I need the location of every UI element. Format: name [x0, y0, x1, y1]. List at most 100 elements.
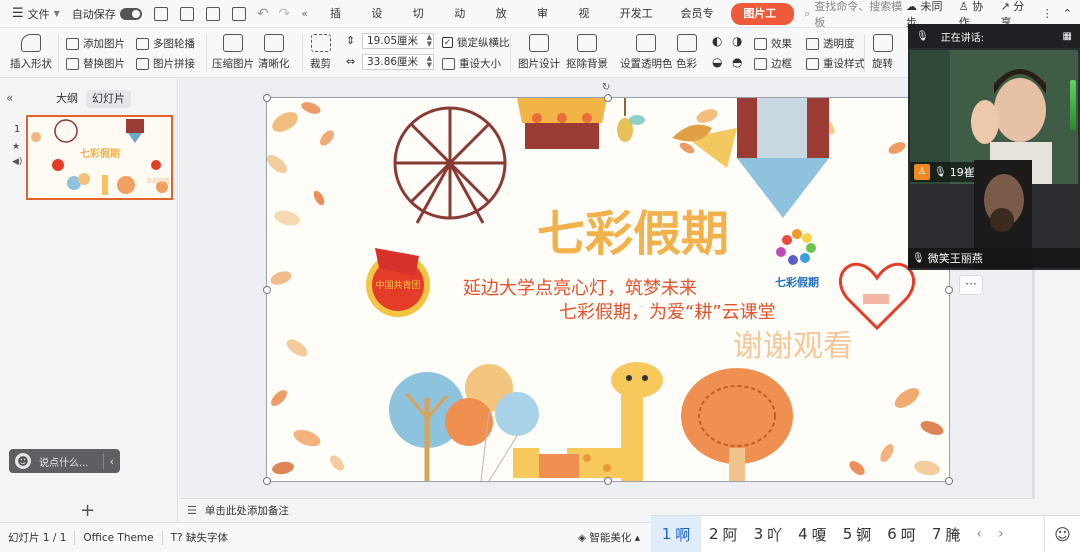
compress-image-button[interactable]: 压缩图片: [212, 34, 254, 71]
replace-image-button[interactable]: 替换图片: [66, 56, 125, 71]
checkbox-checked-icon: ✓: [442, 37, 453, 48]
set-transparent-color-button[interactable]: 设置透明色: [620, 34, 673, 71]
height-input[interactable]: 19.05厘米 ▲ ▼: [362, 33, 434, 49]
more-actions-button[interactable]: ···: [959, 275, 983, 295]
print-icon[interactable]: [205, 6, 220, 21]
brightness-down-icon[interactable]: ◒: [712, 55, 722, 69]
resize-handle[interactable]: [263, 286, 271, 294]
autosave-toggle[interactable]: 自动保存: [68, 3, 146, 25]
ime-next-icon[interactable]: ›: [990, 526, 1012, 542]
resize-handle[interactable]: [945, 477, 953, 485]
resize-handle[interactable]: [604, 477, 612, 485]
rotate-handle-icon[interactable]: ↻: [602, 82, 610, 93]
tab-design[interactable]: 设计: [361, 3, 400, 42]
slides-panel: « 大纲 幻灯片 1 ★ ◀) 七彩假期 谢谢观看 ☻ 说点什么... ‹ +: [0, 78, 178, 522]
slide-thumbnail-preview: 七彩假期 谢谢观看: [28, 117, 171, 198]
tab-outline[interactable]: 大纲: [50, 90, 84, 108]
lock-aspect-ratio-checkbox[interactable]: ✓ 锁定纵横比: [442, 35, 510, 50]
file-menu[interactable]: ☰ 文件 ▼: [8, 3, 64, 25]
contrast-down-icon[interactable]: ◓: [732, 55, 742, 69]
resize-handle[interactable]: [945, 286, 953, 294]
slide-thanks-text: 谢谢观看: [733, 329, 853, 364]
resize-handle[interactable]: [263, 94, 271, 102]
slide-image[interactable]: 中国共青团 七彩假期 七彩假期 延边大学点亮心灯，筑梦未来 七彩假期，为爱“耕”…: [267, 98, 949, 481]
crop-icon: [310, 34, 331, 52]
ime-candidate[interactable]: 1啊: [651, 515, 701, 552]
tab-image-tools[interactable]: 图片工具: [731, 2, 795, 42]
tab-view[interactable]: 视图: [568, 3, 607, 42]
undo-icon[interactable]: ↶: [257, 6, 269, 22]
reset-size-icon: [442, 57, 455, 70]
missing-font-button[interactable]: T? 缺失字体: [163, 530, 236, 545]
ime-candidate[interactable]: 7腌: [924, 516, 969, 552]
share-icon: ↗: [1000, 0, 1010, 13]
slide-thumbnail[interactable]: 七彩假期 谢谢观看: [26, 115, 173, 200]
slide-artwork: 中国共青团 七彩假期 七彩假期 延边大学点亮心灯，筑梦未来 七彩假期，为爱“耕”…: [267, 98, 949, 481]
tab-review[interactable]: 审阅: [527, 3, 566, 42]
insert-shape-button[interactable]: 插入形状: [10, 34, 52, 71]
tab-slides[interactable]: 幻灯片: [86, 90, 131, 108]
reset-size-button[interactable]: 重设大小: [442, 56, 501, 71]
border-button[interactable]: 边框: [754, 56, 792, 71]
chat-input[interactable]: ☻ 说点什么... ‹: [9, 449, 120, 473]
effects-icon: [754, 37, 767, 50]
divider: [58, 34, 59, 72]
remove-background-button[interactable]: 抠除背景: [566, 34, 608, 71]
color-button[interactable]: 色彩: [676, 34, 697, 71]
tab-insert[interactable]: 插入: [320, 3, 359, 42]
image-design-icon: [529, 34, 549, 52]
command-search[interactable]: ⌕ 查找命令、搜索模板: [804, 0, 906, 30]
save-icon[interactable]: [153, 6, 168, 21]
remove-bg-icon: [577, 34, 597, 52]
image-mosaic-button[interactable]: 图片拼接: [136, 56, 195, 71]
carousel-illustration: [517, 98, 607, 149]
rotate-button[interactable]: 旋转: [872, 34, 893, 71]
sharpen-button[interactable]: 清晰化: [258, 34, 290, 71]
ime-candidate[interactable]: 2阿: [701, 516, 746, 552]
transparency-button[interactable]: 透明度: [806, 36, 855, 51]
spinner-icon[interactable]: ▲ ▼: [427, 34, 432, 48]
slide-number: 1: [14, 124, 21, 135]
more-chevron-icon[interactable]: «: [301, 7, 308, 20]
collapse-chat-icon[interactable]: ‹: [104, 455, 120, 468]
crop-button[interactable]: 裁剪: [310, 34, 331, 71]
tab-slideshow[interactable]: 放映: [486, 3, 525, 42]
smart-beautify-button[interactable]: ◈ 智能美化 ▴: [570, 530, 648, 545]
collapse-panel-icon[interactable]: «: [6, 91, 13, 105]
volume-meter: [1070, 80, 1076, 130]
ime-candidate[interactable]: 6呵: [879, 516, 924, 552]
star-icon: ★: [12, 142, 21, 152]
ime-prev-icon[interactable]: ‹: [968, 526, 990, 542]
add-slide-icon[interactable]: +: [80, 500, 95, 521]
reset-style-button[interactable]: 重设样式: [806, 56, 865, 71]
thumbnail-thanks: 谢谢观看: [146, 177, 170, 185]
resize-handle[interactable]: [263, 477, 271, 485]
tab-animation[interactable]: 动画: [444, 3, 483, 42]
resize-handle[interactable]: [604, 94, 612, 102]
emoji-icon[interactable]: ☻: [15, 453, 31, 469]
more-options-icon[interactable]: ⋮: [1042, 7, 1053, 20]
print-preview-icon[interactable]: [231, 6, 246, 21]
ime-candidate[interactable]: 4嗄: [790, 516, 835, 552]
grid-icon[interactable]: ▦: [1063, 31, 1072, 42]
effects-button[interactable]: 效果: [754, 36, 792, 51]
width-input[interactable]: 33.86厘米 ▲ ▼: [362, 54, 434, 70]
tab-transition[interactable]: 切换: [403, 3, 442, 42]
export-pdf-icon[interactable]: [179, 6, 194, 21]
emoji-icon[interactable]: ☺: [1044, 515, 1080, 552]
brightness-up-icon[interactable]: ◐: [712, 34, 722, 48]
add-image-button[interactable]: 添加图片: [66, 36, 125, 51]
collapse-ribbon-icon[interactable]: ⌃: [1063, 7, 1072, 20]
tab-member[interactable]: 会员专享: [671, 3, 730, 42]
image-design-button[interactable]: 图片设计: [518, 34, 560, 71]
rotate-icon: [872, 34, 893, 52]
contrast-up-icon[interactable]: ◑: [732, 34, 742, 48]
cloud-icon: ☁: [906, 0, 918, 13]
ime-candidate[interactable]: 3吖: [746, 516, 791, 552]
ime-candidate[interactable]: 5锕: [835, 516, 880, 552]
spinner-icon[interactable]: ▲ ▼: [427, 55, 432, 69]
theme-name[interactable]: Office Theme: [75, 532, 161, 544]
multi-image-carousel-button[interactable]: 多图轮播: [136, 36, 195, 51]
tab-developer[interactable]: 开发工具: [610, 3, 669, 42]
redo-icon[interactable]: ↷: [279, 6, 291, 22]
